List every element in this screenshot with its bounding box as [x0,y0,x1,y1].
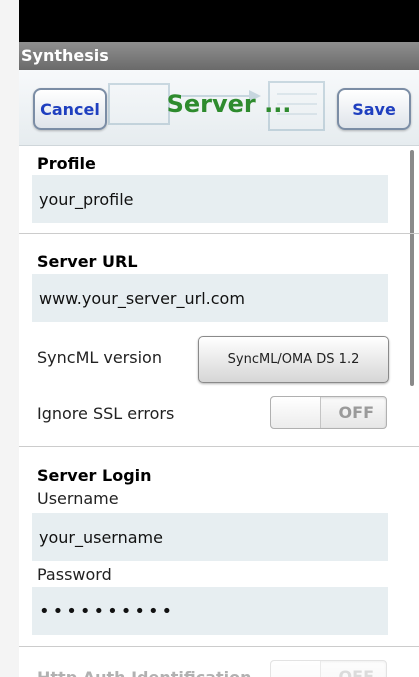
cancel-button[interactable]: Cancel [33,88,107,130]
server-login-section-title: Server Login [37,466,152,485]
save-button[interactable]: Save [337,88,411,130]
toggle-state: OFF [338,667,374,677]
password-label: Password [37,565,112,584]
app-title: Synthesis [21,46,109,65]
username-field[interactable]: your_username [32,513,388,561]
syncml-version-label: SyncML version [37,348,162,367]
toggle-knob [271,397,321,428]
screen-title: Server ... [166,90,292,118]
http-auth-label: Http Auth Identification [37,668,252,677]
left-frame-margin [0,0,19,677]
syncml-version-select[interactable]: SyncML/OMA DS 1.2 [198,336,389,383]
ignore-ssl-toggle[interactable]: OFF [270,396,387,429]
divider [19,646,419,647]
app-title-bar: Synthesis [19,42,419,70]
screen-header: Cancel Server ... Save [19,70,419,146]
http-auth-toggle[interactable]: OFF [270,660,387,677]
divider [19,446,419,447]
divider [19,233,419,234]
profile-field[interactable]: your_profile [32,175,388,223]
password-field[interactable]: •••••••••• [32,587,388,635]
server-url-field[interactable]: www.your_server_url.com [32,274,388,322]
toggle-knob [271,661,321,677]
ignore-ssl-label: Ignore SSL errors [37,404,175,423]
settings-content[interactable]: Profile your_profile Server URL www.your… [19,146,419,677]
username-label: Username [37,489,119,508]
status-bar [19,0,419,42]
profile-section-title: Profile [37,154,96,173]
scrollbar-thumb[interactable] [410,150,414,386]
toggle-state: OFF [338,403,374,422]
server-url-section-title: Server URL [37,252,138,271]
